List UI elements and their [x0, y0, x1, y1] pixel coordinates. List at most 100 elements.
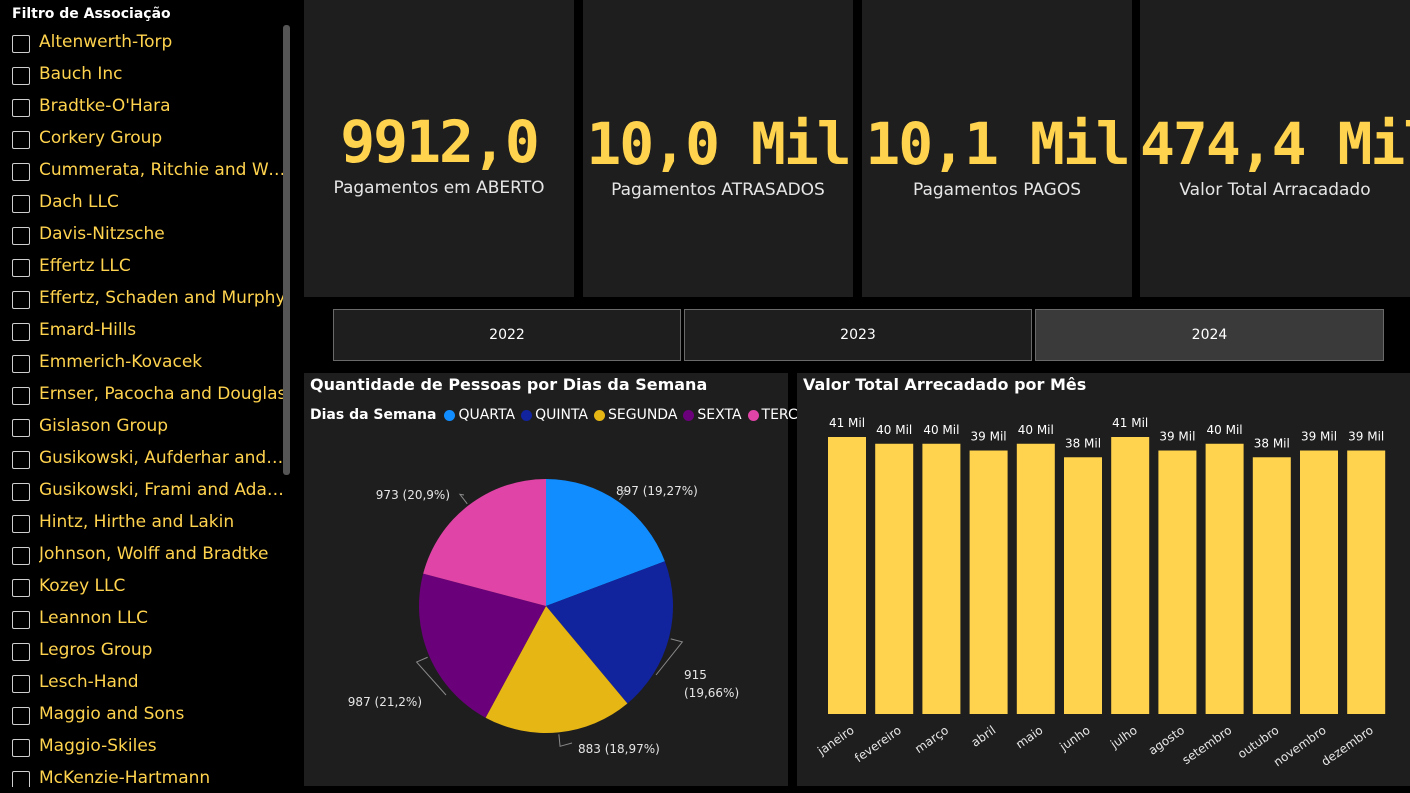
- kpi-card-open-payments: 9912,0 Pagamentos em ABERTO: [304, 0, 574, 297]
- checkbox[interactable]: [12, 227, 30, 245]
- bar-junho[interactable]: [1064, 457, 1102, 714]
- slicer-scrollbar-thumb[interactable]: [283, 25, 290, 475]
- slicer-item-label: Johnson, Wolff and Bradtke: [39, 544, 269, 564]
- pie-leader-line: [458, 493, 468, 505]
- slicer-item[interactable]: McKenzie-Hartmann: [0, 763, 290, 787]
- checkbox[interactable]: [12, 483, 30, 501]
- bar-data-label: 40 Mil: [1018, 423, 1054, 437]
- slicer-item[interactable]: Corkery Group: [0, 123, 290, 155]
- bar-dezembro[interactable]: [1347, 450, 1386, 714]
- slicer-item[interactable]: Johnson, Wolff and Bradtke: [0, 539, 290, 571]
- slicer-item[interactable]: Dach LLC: [0, 187, 290, 219]
- year-button-2023[interactable]: 2023: [684, 309, 1032, 361]
- bar-março[interactable]: [922, 443, 961, 714]
- bar-maio[interactable]: [1016, 443, 1055, 714]
- bar-data-label: 38 Mil: [1254, 436, 1290, 450]
- kpi-card-paid-payments: 10,1 Mil Pagamentos PAGOS: [862, 0, 1132, 297]
- x-axis-tick-label: agosto: [1146, 723, 1187, 758]
- kpi-label: Pagamentos em ABERTO: [333, 178, 545, 198]
- slicer-item-label: Maggio-Skiles: [39, 736, 157, 756]
- slicer-item-label: Emmerich-Kovacek: [39, 352, 203, 372]
- pie-data-label: 973 (20,9%): [376, 488, 450, 502]
- slicer-item-label: Emard-Hills: [39, 320, 137, 340]
- slicer-item-label: Gislason Group: [39, 416, 169, 436]
- year-button-2022[interactable]: 2022: [333, 309, 681, 361]
- slicer-item[interactable]: Gislason Group: [0, 411, 290, 443]
- bar-julho[interactable]: [1111, 437, 1150, 714]
- slicer-item-label: Ernser, Pacocha and Douglas: [39, 384, 287, 404]
- checkbox[interactable]: [12, 35, 30, 53]
- slicer-item[interactable]: Hintz, Hirthe and Lakin: [0, 507, 290, 539]
- x-axis-tick-label: julho: [1107, 723, 1140, 752]
- bar-fevereiro[interactable]: [875, 443, 914, 714]
- x-axis-tick-label: setembro: [1180, 723, 1235, 767]
- checkbox[interactable]: [12, 451, 30, 469]
- checkbox[interactable]: [12, 771, 30, 787]
- bar-data-label: 40 Mil: [923, 423, 959, 437]
- kpi-label: Valor Total Arracadado: [1179, 180, 1371, 200]
- checkbox[interactable]: [12, 675, 30, 693]
- checkbox[interactable]: [12, 195, 30, 213]
- kpi-value: 10,0 Mil: [586, 110, 851, 178]
- slicer-item[interactable]: Maggio and Sons: [0, 699, 290, 731]
- slicer-item-label: Leannon LLC: [39, 608, 148, 628]
- slicer-item[interactable]: Cummerata, Ritchie and Wilki...: [0, 155, 290, 187]
- bar-data-label: 41 Mil: [829, 416, 865, 430]
- pie-leader-line: [558, 734, 573, 747]
- slicer-item-label: Bradtke-O'Hara: [39, 96, 171, 116]
- slicer-item[interactable]: Lesch-Hand: [0, 667, 290, 699]
- slicer-item[interactable]: Ernser, Pacocha and Douglas: [0, 379, 290, 411]
- bar-data-label: 39 Mil: [1159, 430, 1195, 444]
- bar-janeiro[interactable]: [828, 437, 866, 714]
- checkbox[interactable]: [12, 387, 30, 405]
- checkbox[interactable]: [12, 291, 30, 309]
- slicer-item[interactable]: Altenwerth-Torp: [0, 27, 290, 59]
- x-axis-tick-label: junho: [1056, 723, 1092, 754]
- slicer-item[interactable]: Gusikowski, Frami and Adams: [0, 475, 290, 507]
- kpi-card-late-payments: 10,0 Mil Pagamentos ATRASADOS: [583, 0, 853, 297]
- slicer-list: Altenwerth-Torp Bauch Inc Bradtke-O'Hara Co…: [0, 27, 290, 787]
- checkbox[interactable]: [12, 707, 30, 725]
- year-button-2024[interactable]: 2024: [1035, 309, 1384, 361]
- slicer-item[interactable]: Emmerich-Kovacek: [0, 347, 290, 379]
- checkbox[interactable]: [12, 547, 30, 565]
- bar-novembro[interactable]: [1300, 450, 1338, 714]
- slicer-item[interactable]: Emard-Hills: [0, 315, 290, 347]
- slicer-item[interactable]: Gusikowski, Aufderhar and Ro...: [0, 443, 290, 475]
- checkbox[interactable]: [12, 643, 30, 661]
- bar-setembro[interactable]: [1205, 443, 1244, 714]
- slicer-item-label: Kozey LLC: [39, 576, 126, 596]
- checkbox[interactable]: [12, 67, 30, 85]
- slicer-item-label: Dach LLC: [39, 192, 119, 212]
- slicer-item[interactable]: Effertz, Schaden and Murphy: [0, 283, 290, 315]
- slicer-item[interactable]: Davis-Nitzsche: [0, 219, 290, 251]
- checkbox[interactable]: [12, 163, 30, 181]
- checkbox[interactable]: [12, 579, 30, 597]
- x-axis-tick-label: fevereiro: [852, 723, 904, 765]
- bar-data-label: 38 Mil: [1065, 436, 1101, 450]
- checkbox[interactable]: [12, 99, 30, 117]
- checkbox[interactable]: [12, 419, 30, 437]
- checkbox[interactable]: [12, 131, 30, 149]
- slicer-item-label: Effertz, Schaden and Murphy: [39, 288, 286, 308]
- x-axis-tick-label: maio: [1013, 723, 1045, 752]
- bar-abril[interactable]: [969, 450, 1008, 714]
- checkbox[interactable]: [12, 323, 30, 341]
- slicer-item[interactable]: Leannon LLC: [0, 603, 290, 635]
- x-axis-tick-label: março: [912, 723, 951, 756]
- checkbox[interactable]: [12, 259, 30, 277]
- bar-data-label: 40 Mil: [876, 423, 912, 437]
- slicer-item[interactable]: Legros Group: [0, 635, 290, 667]
- slicer-item[interactable]: Effertz LLC: [0, 251, 290, 283]
- checkbox[interactable]: [12, 515, 30, 533]
- checkbox[interactable]: [12, 739, 30, 757]
- checkbox[interactable]: [12, 611, 30, 629]
- pie-data-label: 915 (19,66%): [684, 668, 739, 700]
- checkbox[interactable]: [12, 355, 30, 373]
- bar-outubro[interactable]: [1252, 457, 1291, 714]
- slicer-item[interactable]: Maggio-Skiles: [0, 731, 290, 763]
- bar-agosto[interactable]: [1158, 450, 1197, 714]
- slicer-item[interactable]: Kozey LLC: [0, 571, 290, 603]
- slicer-item[interactable]: Bradtke-O'Hara: [0, 91, 290, 123]
- slicer-item[interactable]: Bauch Inc: [0, 59, 290, 91]
